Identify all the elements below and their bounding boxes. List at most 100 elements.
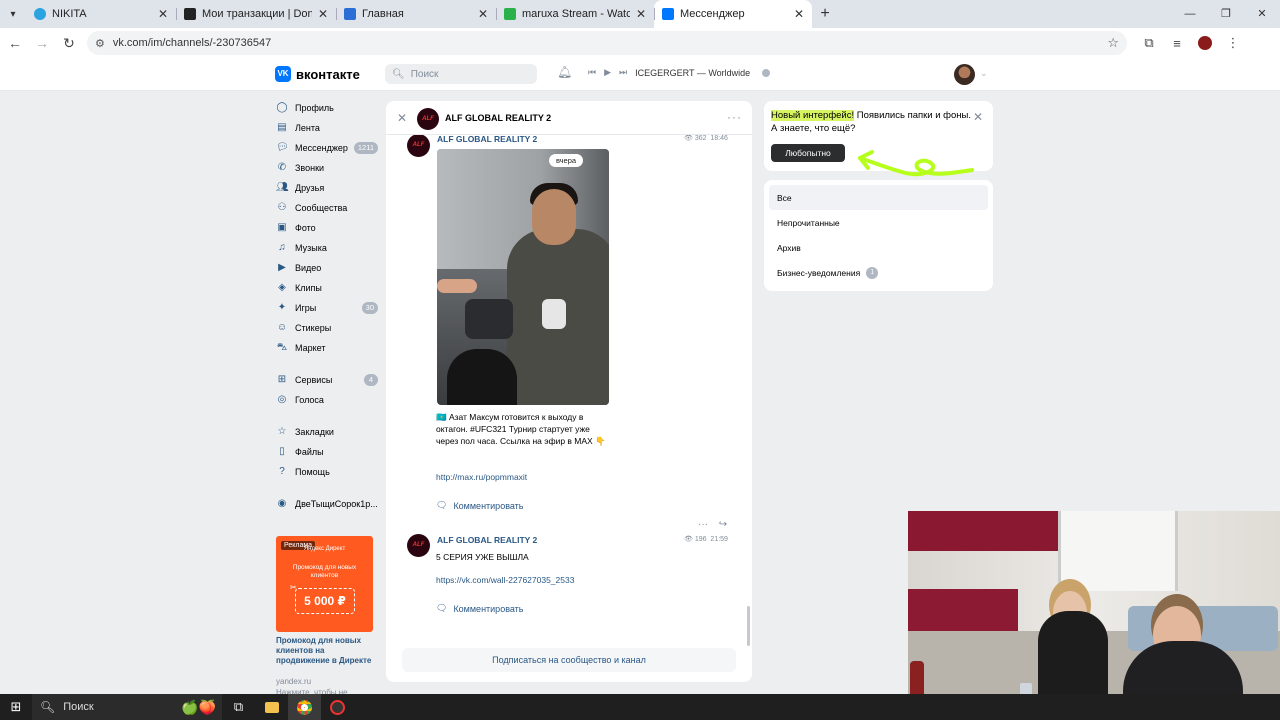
- sidebar-item[interactable]: ⚇ Сообщества: [276, 198, 380, 218]
- maximize-icon[interactable]: ❐: [1208, 0, 1244, 28]
- ad-domain: yandex.ru: [276, 677, 312, 686]
- bookmark-star-icon[interactable]: ☆: [1107, 35, 1119, 51]
- post-photo[interactable]: вчера: [437, 149, 609, 405]
- comment-button[interactable]: 🗨︎ Комментировать: [436, 500, 524, 511]
- sidebar-item[interactable]: ▣ Фото: [276, 218, 380, 238]
- sidebar-item[interactable]: ☺ Стикеры: [276, 318, 380, 338]
- extensions-icon[interactable]: ⧉: [1135, 35, 1163, 51]
- vk-header: VK вконтакте 🔍︎ Поиск 🔔︎ ⏮ ▶ ⏭ ICEGERGER…: [0, 58, 1280, 91]
- sidebar-item-label: Голоса: [295, 395, 324, 405]
- close-icon[interactable]: ✕: [973, 110, 983, 124]
- profile-avatar-icon[interactable]: [1198, 36, 1212, 50]
- post-author-avatar[interactable]: ALF: [407, 534, 430, 557]
- browser-tab[interactable]: Мои транзакции | DonatePay ✕: [176, 0, 336, 28]
- chrome-icon[interactable]: [288, 694, 321, 720]
- share-icon[interactable]: ↪: [719, 519, 727, 530]
- user-avatar[interactable]: [954, 64, 975, 85]
- search-icon: 🔍︎: [392, 68, 405, 80]
- comment-button[interactable]: 🗨︎ Комментировать: [436, 603, 524, 614]
- sidebar-item[interactable]: 👥︎ Друзья: [276, 178, 380, 198]
- media-controls-icon[interactable]: ≡: [1163, 36, 1191, 51]
- tab-close-icon[interactable]: ✕: [478, 7, 488, 21]
- sidebar-separator: [276, 358, 380, 370]
- post-author-avatar[interactable]: ALF: [407, 134, 430, 157]
- sidebar-item[interactable]: ⛍ Маркет: [276, 338, 380, 358]
- folder-item[interactable]: Архив: [769, 235, 988, 260]
- subscribe-button[interactable]: Подписаться на сообщество и канал: [402, 648, 736, 672]
- new-tab-icon[interactable]: +: [812, 5, 838, 23]
- post-link[interactable]: http://max.ru/popmmaxit: [436, 472, 527, 482]
- ad-brand: Яндекс Директ: [303, 546, 346, 552]
- track-info-icon[interactable]: [762, 68, 771, 77]
- sidebar-item[interactable]: ◉ ДвеТыщиСорок1р...: [276, 494, 380, 514]
- close-window-icon[interactable]: ✕: [1244, 0, 1280, 28]
- sidebar-item[interactable]: ☆ Закладки: [276, 422, 380, 442]
- previous-track-icon[interactable]: ⏮: [588, 67, 596, 78]
- curious-button[interactable]: Любопытно: [771, 144, 845, 162]
- sidebar-item[interactable]: ♫ Музыка: [276, 238, 380, 258]
- folder-item[interactable]: Бизнес-уведомления 1: [769, 260, 988, 285]
- sidebar-item[interactable]: ✦ Игры 30: [276, 298, 380, 318]
- browser-tab-active[interactable]: Мессенджер ✕: [654, 0, 812, 28]
- tab-close-icon[interactable]: ✕: [794, 7, 804, 21]
- browser-tab[interactable]: NIKITA ✕: [26, 0, 176, 28]
- browser-tab[interactable]: Главная ✕: [336, 0, 496, 28]
- folder-badge: 1: [866, 266, 879, 279]
- reload-icon[interactable]: ↻: [57, 35, 81, 52]
- sidebar-item[interactable]: ◯ Профиль: [276, 98, 380, 118]
- back-icon[interactable]: ←: [3, 35, 27, 51]
- sidebar-item[interactable]: ? Помощь: [276, 462, 380, 482]
- post-more-icon[interactable]: ···: [698, 519, 708, 530]
- forward-icon[interactable]: →: [30, 35, 54, 51]
- post-time: 21:59: [710, 536, 728, 543]
- tab-title: NIKITA: [52, 8, 87, 20]
- sidebar-item[interactable]: ◈ Клипы: [276, 278, 380, 298]
- browser-tab[interactable]: maruxa Stream - Watch Live on ✕: [496, 0, 654, 28]
- tab-close-icon[interactable]: ✕: [318, 7, 328, 21]
- chevron-down-icon[interactable]: ⌄: [980, 68, 988, 79]
- sidebar-item[interactable]: ▯ Файлы: [276, 442, 380, 462]
- close-icon[interactable]: ✕: [397, 111, 407, 125]
- tab-search-icon[interactable]: ▾: [0, 9, 26, 20]
- app-icon[interactable]: [321, 694, 354, 720]
- task-view-icon[interactable]: ⧉: [222, 694, 255, 720]
- post-author[interactable]: ALF GLOBAL REALITY 2: [437, 535, 537, 545]
- channel-name[interactable]: ALF GLOBAL REALITY 2: [445, 113, 551, 123]
- search-input[interactable]: 🔍︎ Поиск: [385, 64, 537, 84]
- minimize-icon[interactable]: —: [1172, 0, 1208, 28]
- tab-close-icon[interactable]: ✕: [158, 7, 168, 21]
- sidebar-item[interactable]: ◎ Голоса: [276, 390, 380, 410]
- sidebar-item[interactable]: 💬︎ Мессенджер 1211: [276, 138, 380, 158]
- sidebar-item[interactable]: ✆ Звонки: [276, 158, 380, 178]
- windows-start-icon[interactable]: ⊞: [0, 699, 32, 715]
- site-info-icon[interactable]: ⚙: [95, 37, 105, 50]
- vk-logo[interactable]: VK вконтакте: [275, 66, 360, 82]
- browser-menu-icon[interactable]: ⋮: [1219, 35, 1247, 51]
- url-input[interactable]: ⚙ vk.com/im/channels/-230736547 ☆: [87, 31, 1127, 55]
- sidebar-item[interactable]: ▤ Лента: [276, 118, 380, 138]
- folder-item[interactable]: Непрочитанные: [769, 210, 988, 235]
- photo-date-badge: вчера: [549, 154, 584, 167]
- ad-banner[interactable]: Реклама Яндекс Директ Промокод для новых…: [276, 536, 373, 632]
- ad-title[interactable]: Промокод для новых клиентов на продвижен…: [276, 636, 376, 666]
- sidebar-item[interactable]: ⊞ Сервисы 4: [276, 370, 380, 390]
- post-author[interactable]: ALF GLOBAL REALITY 2: [437, 134, 537, 144]
- taskbar-search[interactable]: 🔍︎ Поиск 🍏🍑: [32, 694, 222, 720]
- folder-item[interactable]: Все: [769, 185, 988, 210]
- next-track-icon[interactable]: ⏭: [619, 67, 627, 78]
- tab-close-icon[interactable]: ✕: [636, 7, 646, 21]
- play-icon[interactable]: ▶: [604, 67, 611, 78]
- audio-player: ⏮ ▶ ⏭ ICEGERGERT — Worldwide: [588, 67, 778, 78]
- webcam-overlay: [908, 511, 1280, 720]
- more-options-icon[interactable]: ···: [727, 110, 742, 124]
- sidebar-item-label: Маркет: [295, 343, 326, 353]
- scrollbar[interactable]: [747, 606, 750, 646]
- comment-label: Комментировать: [453, 500, 524, 511]
- current-track[interactable]: ICEGERGERT — Worldwide: [635, 68, 750, 78]
- channel-avatar[interactable]: ALF: [417, 108, 439, 130]
- sidebar-item[interactable]: ▶ Видео: [276, 258, 380, 278]
- notifications-bell-icon[interactable]: 🔔︎: [557, 65, 572, 79]
- post-link[interactable]: https://vk.com/wall-227627035_2533: [436, 575, 574, 585]
- file-explorer-icon[interactable]: [255, 694, 288, 720]
- comment-icon: 🗨︎: [436, 603, 448, 613]
